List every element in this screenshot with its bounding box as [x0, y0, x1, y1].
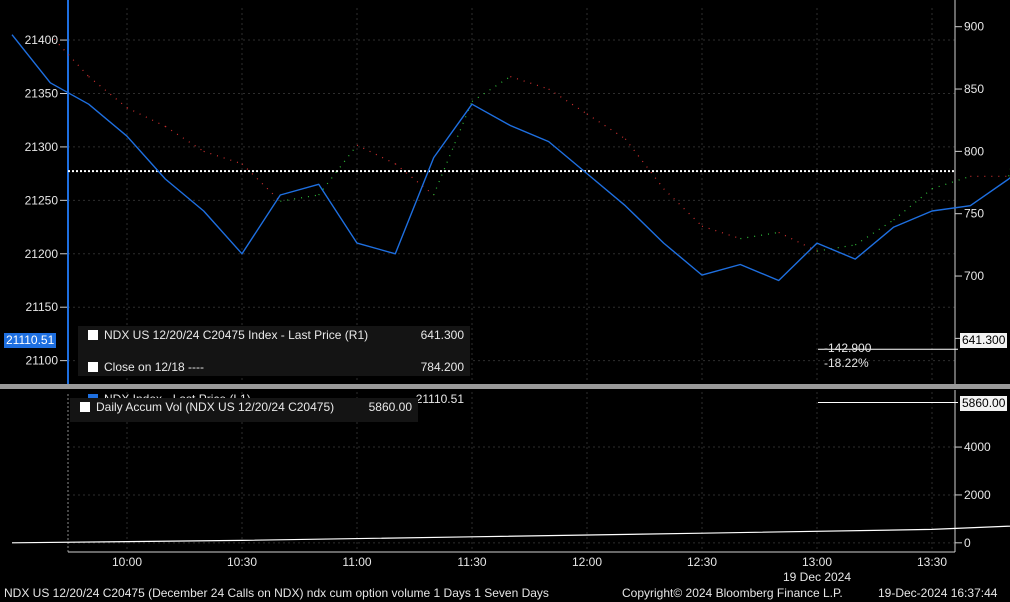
- daily-volume-line: [11, 525, 1010, 544]
- chart-marks: [11, 34, 1010, 544]
- option-price-segment: [88, 76, 128, 109]
- x-tick-label: 10:00: [112, 555, 142, 569]
- option-price-segment: [126, 107, 166, 127]
- x-tick-label: 13:30: [917, 555, 947, 569]
- footer-timestamp: 19-Dec-2024 16:37:44: [878, 586, 998, 600]
- option-price-segment: [701, 225, 741, 240]
- axes: 10:00 10:30 11:00 11:30 12:00 12:30 13:00 13:30…: [0, 0, 1010, 584]
- legend-row: NDX US 12/20/24 C20475 Index - Last Pric…: [78, 327, 470, 343]
- x-tick-label: 12:00: [572, 555, 602, 569]
- option-price-segment: [394, 163, 435, 196]
- legend-value: 5860.00: [368, 400, 412, 414]
- option-price-segment: [165, 125, 204, 152]
- x-tick-label: 11:00: [342, 555, 371, 569]
- right-tick-label: 750: [964, 207, 984, 221]
- left-last-price-tag: 21110.51: [4, 333, 57, 348]
- footer-description: NDX US 12/20/24 C20475 (December 24 Call…: [4, 586, 549, 600]
- footer-copyright: Copyright© 2024 Bloomberg Finance L.P.: [622, 586, 843, 600]
- volume-tick-label: 4000: [964, 440, 991, 454]
- option-price-segment: [663, 188, 703, 227]
- option-price-segment: [893, 188, 933, 221]
- panel-divider: [0, 384, 1010, 389]
- option-price-segment: [53, 38, 90, 77]
- left-tick-label: 21300: [25, 140, 59, 154]
- left-tick-label: 21400: [25, 33, 59, 47]
- legend-swatch: [80, 402, 90, 412]
- option-price-segment: [241, 163, 281, 202]
- legend-swatch: [88, 330, 98, 340]
- legend-bottom: Daily Accum Vol (NDX US 12/20/24 C20475)…: [70, 398, 418, 422]
- legend-swatch: [88, 362, 98, 372]
- left-tick-label: 21350: [25, 86, 59, 100]
- volume-tick-label: 2000: [964, 488, 991, 502]
- ndx-index-line: [11, 34, 1010, 282]
- right-last-price-tag: 641.300: [960, 333, 1008, 348]
- option-price-segment: [586, 113, 626, 140]
- x-tick-label: 13:00: [802, 555, 832, 569]
- legend-label: NDX US 12/20/24 C20475 Index - Last Pric…: [104, 328, 369, 342]
- x-date-label: 19 Dec 2024: [783, 570, 851, 584]
- chart-canvas: 10:00 10:30 11:00 11:30 12:00 12:30 13:00 13:30…: [0, 0, 1010, 584]
- option-price-segment: [510, 75, 549, 90]
- option-price-segment: [471, 76, 511, 103]
- x-tick-label: 12:30: [687, 555, 717, 569]
- left-tick-label: 21200: [25, 247, 59, 261]
- footer-bar: NDX US 12/20/24 C20475 (December 24 Call…: [0, 585, 1010, 602]
- option-price-segment: [548, 88, 588, 115]
- option-price-segment: [740, 231, 779, 240]
- change-value: -142.900: [824, 341, 872, 355]
- right-tick-label: 900: [964, 20, 984, 34]
- x-tick-label: 11:30: [457, 555, 486, 569]
- right-tick-label: 800: [964, 144, 984, 158]
- option-price-segment: [356, 144, 396, 165]
- option-price-segment: [931, 175, 971, 190]
- legend-value: 641.300: [420, 328, 464, 342]
- legend-row: Close on 12/18 ---- 784.200: [78, 359, 470, 375]
- right-tick-label: 700: [964, 269, 984, 283]
- grid: [68, 8, 955, 550]
- option-price-segment: [203, 150, 243, 165]
- legend-label: Daily Accum Vol (NDX US 12/20/24 C20475): [96, 400, 335, 414]
- option-price-segment: [433, 101, 473, 196]
- right-tick-label: 850: [964, 82, 984, 96]
- left-tick-label: 21250: [25, 193, 59, 207]
- left-tick-label: 21150: [26, 300, 59, 314]
- legend-value: 784.200: [420, 360, 464, 374]
- option-price-segment: [624, 138, 665, 190]
- change-percent: -18.22%: [824, 356, 869, 370]
- left-tick-label: 21100: [26, 354, 59, 368]
- volume-tick-label: 0: [964, 536, 971, 550]
- x-tick-label: 10:30: [227, 555, 257, 569]
- legend-row: Daily Accum Vol (NDX US 12/20/24 C20475)…: [70, 399, 418, 415]
- volume-last-tag: 5860.00: [960, 396, 1008, 411]
- legend-top: NDX US 12/20/24 C20475 Index - Last Pric…: [78, 326, 470, 406]
- legend-label: Close on 12/18 ----: [104, 360, 205, 374]
